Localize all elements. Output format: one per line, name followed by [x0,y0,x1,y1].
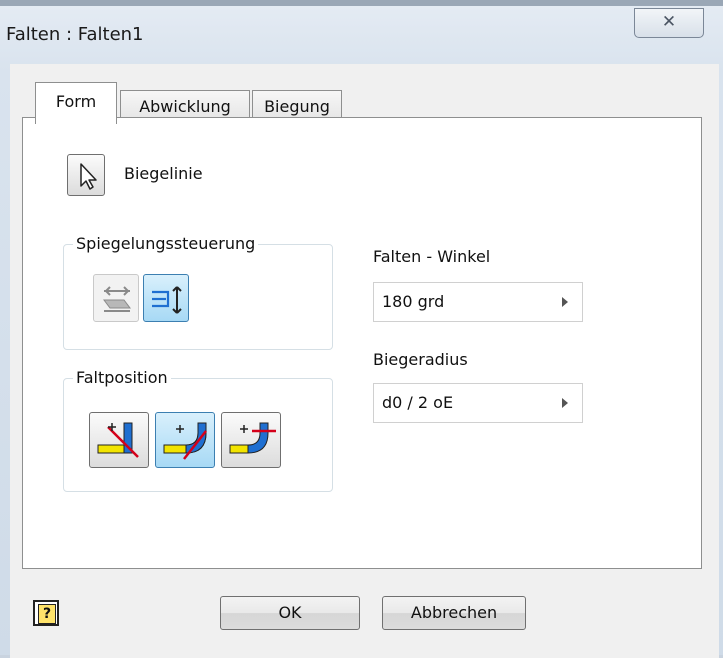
winkel-label: Falten - Winkel [373,247,491,266]
fold-start-button[interactable] [89,412,149,468]
tab-form[interactable]: Form [35,82,117,124]
fold-end-button[interactable] [221,412,281,468]
chevron-right-icon[interactable] [562,297,568,307]
flip-horizontal-icon [103,286,131,312]
select-biegelinie-button[interactable] [67,154,105,196]
faltposition-title: Faltposition [73,368,171,387]
cursor-arrow-icon [80,163,97,190]
title-bar: Falten : Falten1 ✕ [0,6,723,66]
fold-centerline-icon [163,422,207,460]
fold-centerline-button[interactable] [155,412,215,468]
window-title: Falten : Falten1 [6,24,144,45]
biegelinie-label: Biegelinie [124,164,203,183]
mirror-vertical-button[interactable] [143,274,189,322]
mirror-horizontal-button[interactable] [93,274,139,322]
ok-button[interactable]: OK [220,596,360,630]
close-icon: ✕ [661,12,677,32]
fold-end-icon [229,422,276,454]
spiegelung-title: Spiegelungssteuerung [73,234,259,253]
chevron-right-icon[interactable] [562,398,568,408]
biegeradius-field[interactable]: d0 / 2 oE [373,383,583,423]
fold-start-icon [97,422,139,458]
help-icon: ? [38,604,56,624]
winkel-value: 180 grd [382,292,445,311]
biegeradius-value: d0 / 2 oE [382,393,454,412]
close-button[interactable]: ✕ [634,8,704,38]
help-button[interactable]: ? [33,600,59,626]
cancel-button[interactable]: Abbrechen [382,596,526,630]
flip-vertical-icon [152,286,182,314]
biegeradius-label: Biegeradius [373,350,468,369]
winkel-field[interactable]: 180 grd [373,282,583,322]
dialog-window: Falten : Falten1 ✕ Form Abwicklung Biegu… [0,0,723,658]
